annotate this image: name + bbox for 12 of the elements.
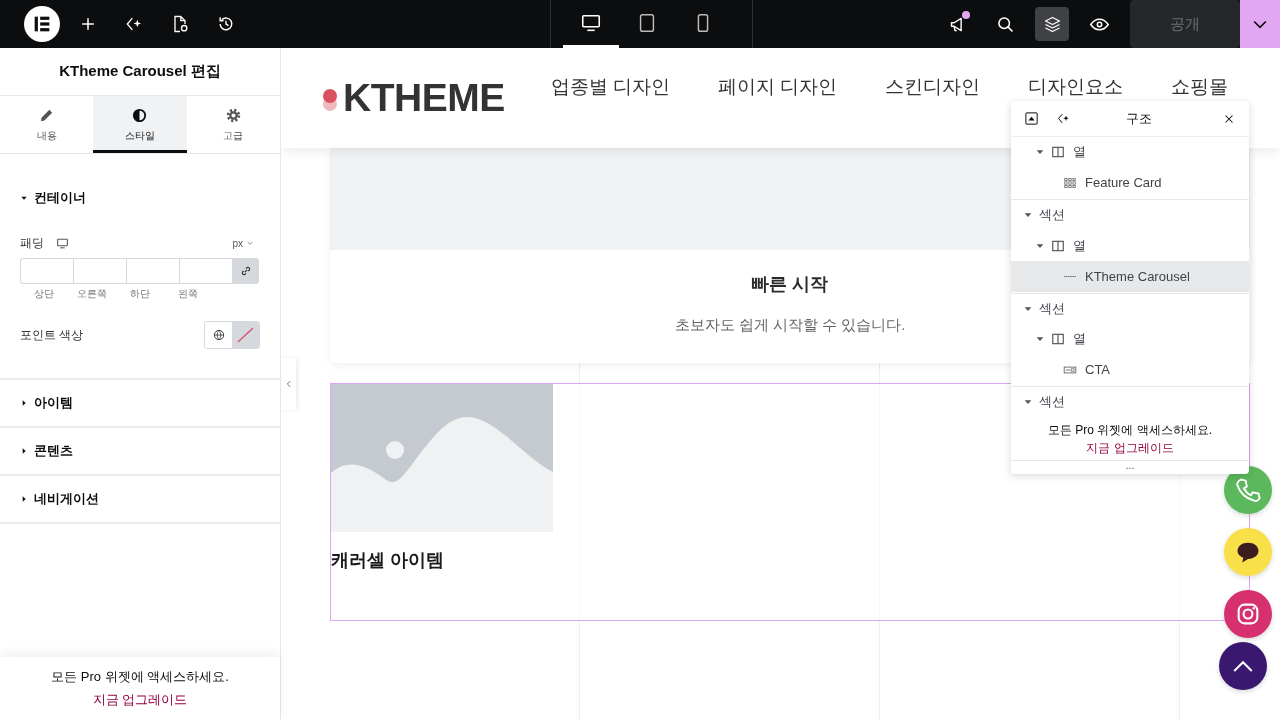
panel-title: 구조 xyxy=(1125,109,1153,128)
field-caption: 상단 xyxy=(33,287,55,301)
control-label: 패딩 xyxy=(20,235,44,251)
field-caption: 왼쪽 xyxy=(177,287,199,301)
carousel-item-title: 캐러셀 아이템 xyxy=(331,549,445,572)
control-label: 포인트 색상 xyxy=(20,327,84,343)
promo-text: 모든 Pro 위젯에 액세스하세요. xyxy=(51,668,229,686)
field-caption: 오른쪽 xyxy=(76,287,108,301)
field-caption: 하단 xyxy=(129,287,151,301)
promo-text: 모든 Pro 위젯에 액세스하세요. 지금 업그레이드 xyxy=(1011,417,1249,461)
card-text: 초보자도 쉽게 시작할 수 있습니다. xyxy=(674,316,906,335)
card-title: 빠른 시작 xyxy=(751,273,829,296)
